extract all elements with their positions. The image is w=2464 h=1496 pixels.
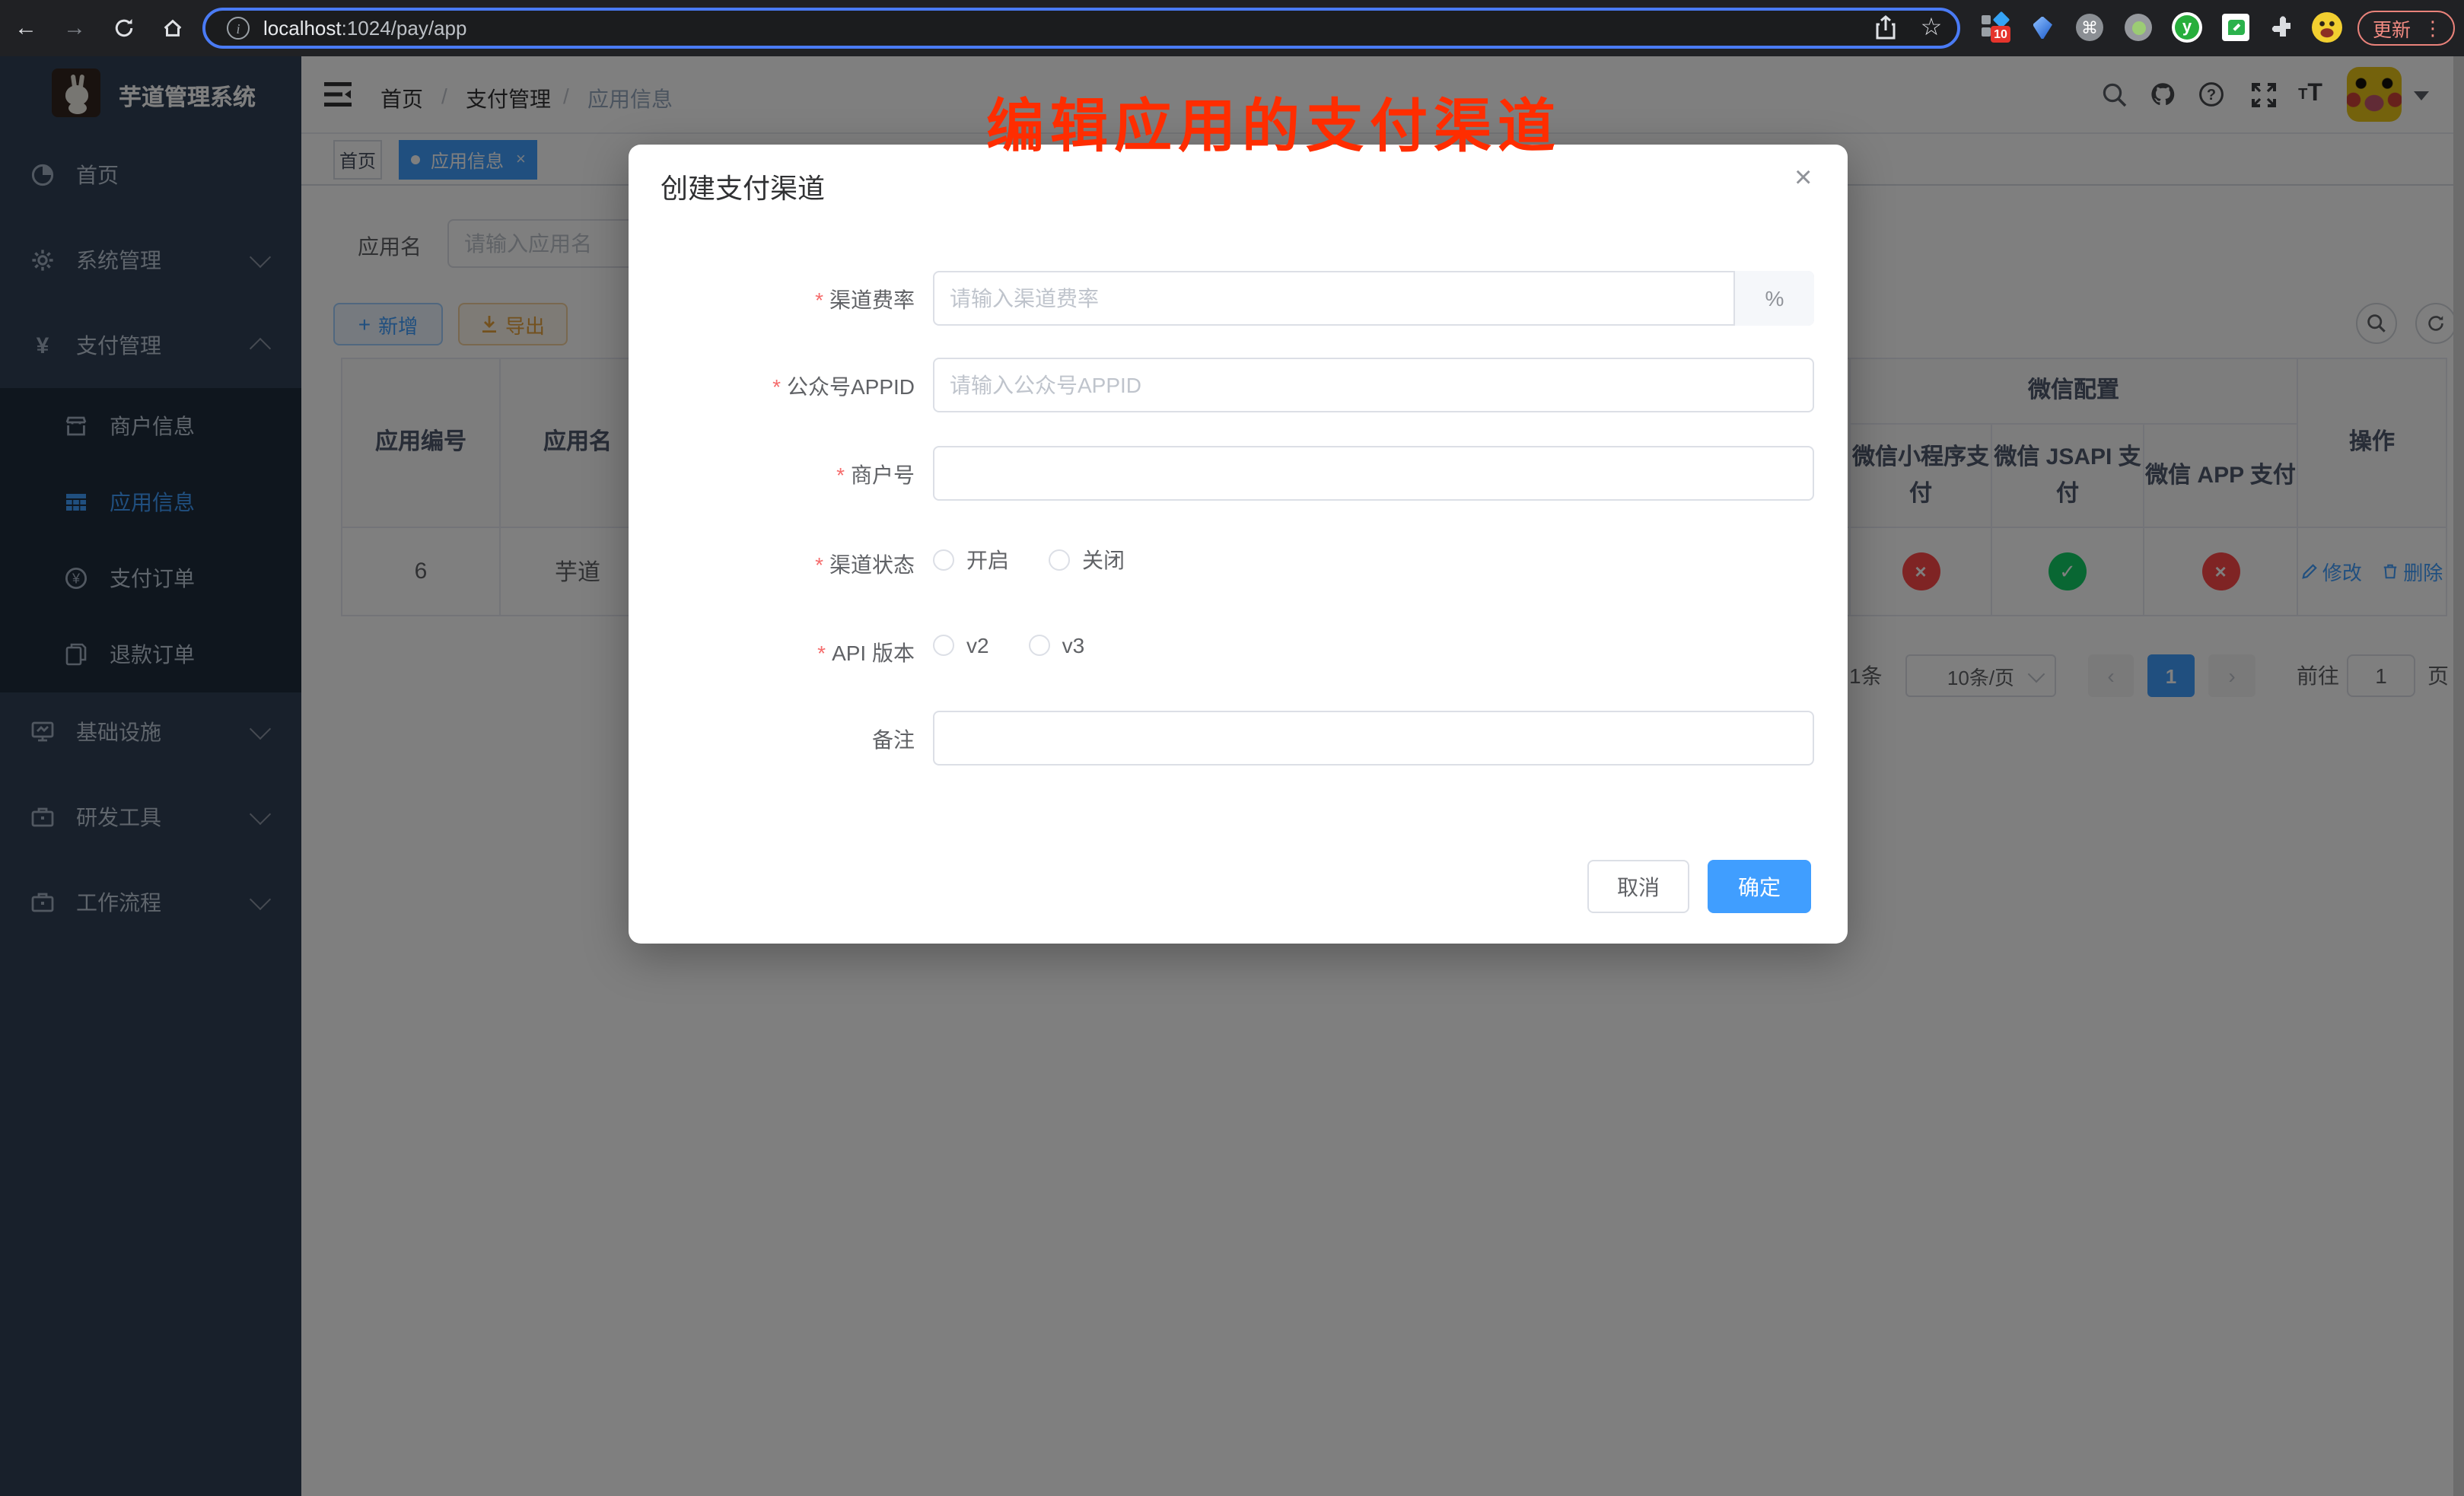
extension-chat-icon[interactable]	[2219, 11, 2252, 44]
field-label-merchant: *商户号	[629, 460, 915, 490]
extension-balloon-icon[interactable]	[2026, 11, 2059, 44]
browser-back-icon[interactable]: ←	[9, 11, 43, 44]
extensions-puzzle-icon[interactable]	[2266, 11, 2300, 44]
radio-api-v3[interactable]: v3	[1029, 633, 1085, 657]
percent-addon: %	[1733, 271, 1814, 326]
browser-home-icon[interactable]	[155, 11, 189, 44]
dialog-title: 创建支付渠道	[661, 167, 825, 207]
rate-input-group: %	[933, 271, 1814, 326]
extension-y-icon[interactable]: y	[2170, 11, 2204, 44]
required-asterisk: *	[836, 463, 845, 487]
browser-forward-icon[interactable]: →	[58, 11, 91, 44]
api-version-radio-group: v2 v3	[933, 633, 1124, 657]
appid-input[interactable]	[933, 358, 1814, 412]
status-radio-group: 开启 关闭	[933, 545, 1164, 575]
rate-input[interactable]	[933, 271, 1814, 326]
field-label-api-version: *API 版本	[629, 638, 915, 668]
radio-circle-icon	[933, 549, 954, 571]
site-info-icon[interactable]: i	[227, 17, 250, 40]
browser-reload-icon[interactable]	[107, 11, 140, 44]
required-asterisk: *	[815, 552, 823, 577]
annotation-text: 编辑应用的支付渠道	[986, 79, 1561, 163]
merchant-input[interactable]	[933, 446, 1814, 501]
url-bar[interactable]: i localhost:1024/pay/app	[202, 8, 1960, 49]
remark-input[interactable]	[933, 711, 1814, 766]
browser-update-button[interactable]: 更新⋮	[2357, 11, 2455, 46]
extension-tasks-icon[interactable]: 10	[1979, 11, 2012, 44]
radio-circle-icon	[1029, 635, 1050, 656]
field-label-rate: *渠道费率	[629, 285, 915, 315]
bookmark-star-icon[interactable]: ☆	[1915, 11, 1948, 44]
share-icon[interactable]	[1869, 11, 1902, 44]
required-asterisk: *	[817, 641, 826, 665]
radio-status-open[interactable]: 开启	[933, 545, 1009, 575]
radio-circle-icon	[1049, 549, 1070, 571]
profile-avatar-emoji[interactable]	[2310, 11, 2344, 44]
field-label-status: *渠道状态	[629, 549, 915, 580]
field-label-remark: 备注	[629, 724, 915, 755]
required-asterisk: *	[815, 288, 823, 312]
cancel-button[interactable]: 取消	[1587, 860, 1689, 913]
radio-api-v2[interactable]: v2	[933, 633, 989, 657]
radio-circle-icon	[933, 635, 954, 656]
confirm-button[interactable]: 确定	[1708, 860, 1811, 913]
browser-toolbar: ← → i localhost:1024/pay/app ☆ 10 ⌘	[0, 0, 2464, 56]
screen: ← → i localhost:1024/pay/app ☆ 10 ⌘	[0, 0, 2464, 1496]
close-icon[interactable]: ×	[1794, 163, 1812, 193]
required-asterisk: *	[772, 374, 781, 399]
extension-record-icon[interactable]	[2122, 11, 2155, 44]
url-text: localhost:1024/pay/app	[263, 17, 466, 40]
extension-command-icon[interactable]: ⌘	[2073, 11, 2106, 44]
create-channel-dialog: 创建支付渠道 × *渠道费率 % *公众号APPID *商户号 *渠道状态 开启…	[629, 145, 1848, 944]
kebab-menu-icon[interactable]: ⋮	[2423, 16, 2443, 40]
radio-status-closed[interactable]: 关闭	[1049, 545, 1125, 575]
field-label-appid: *公众号APPID	[629, 371, 915, 402]
